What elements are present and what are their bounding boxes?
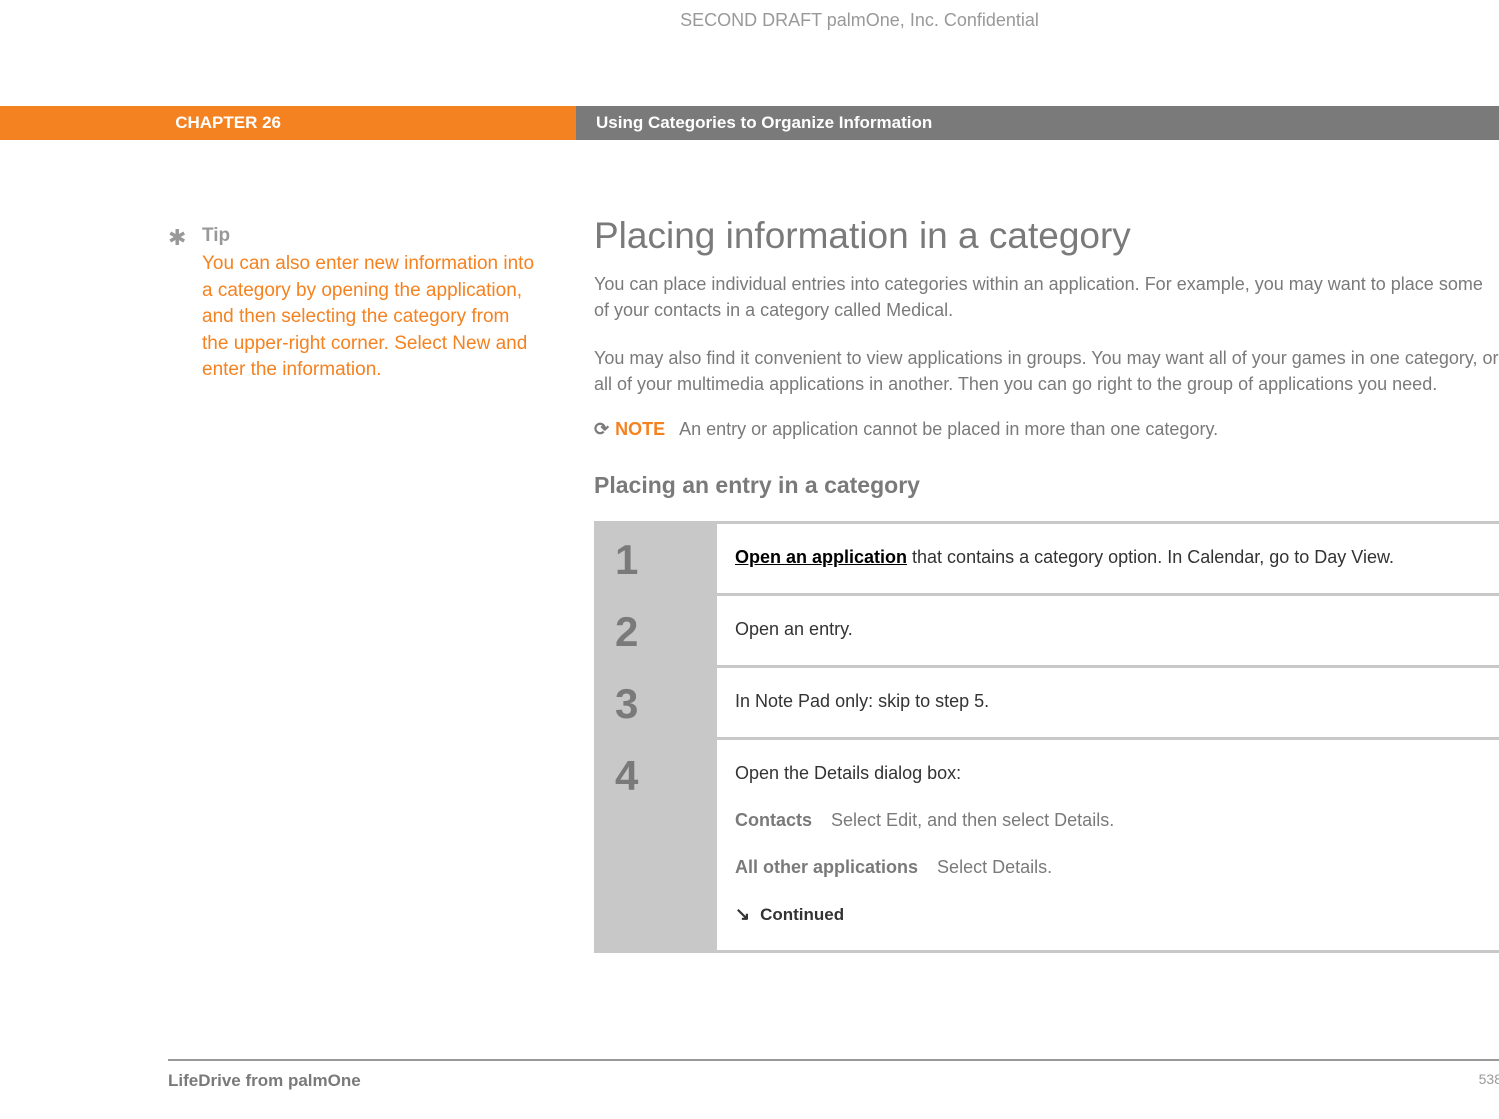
tip-heading: Tip — [202, 225, 538, 247]
step-number: 1 — [597, 524, 717, 593]
main-content: Placing information in a category You ca… — [594, 215, 1499, 953]
steps-container: 1 Open an application that contains a ca… — [594, 521, 1499, 953]
step-content: Open an entry. — [717, 596, 1499, 665]
product-name: LifeDrive from palmOne — [168, 1071, 361, 1091]
detail-row: All other applications Select Details. — [735, 854, 1477, 881]
section-heading: Placing information in a category — [594, 215, 1499, 257]
step-row: 2 Open an entry. — [597, 596, 1499, 665]
step-content: In Note Pad only: skip to step 5. — [717, 668, 1499, 737]
step-content: Open an application that contains a cate… — [717, 524, 1499, 593]
note-row: ⟳ NOTE An entry or application cannot be… — [594, 419, 1499, 440]
arrow-down-right-icon: ↘ — [735, 901, 750, 928]
sidebar-tip: ✱ Tip You can also enter new information… — [168, 225, 538, 384]
intro-paragraph-2: You may also find it convenient to view … — [594, 345, 1499, 397]
detail-label: All other applications — [735, 857, 918, 877]
step-text: In Note Pad only: skip to step 5. — [735, 691, 989, 711]
detail-label: Contacts — [735, 810, 812, 830]
step-row: 1 Open an application that contains a ca… — [597, 524, 1499, 593]
subsection-heading: Placing an entry in a category — [594, 472, 1499, 499]
step-row: 3 In Note Pad only: skip to step 5. — [597, 668, 1499, 737]
step-row: 4 Open the Details dialog box: Contacts … — [597, 740, 1499, 950]
chapter-number: CHAPTER 26 — [0, 106, 576, 140]
note-icon: ⟳ — [594, 419, 609, 440]
page-footer: LifeDrive from palmOne 538 — [168, 1059, 1499, 1091]
note-text: An entry or application cannot be placed… — [679, 419, 1218, 440]
step-text: Open an entry. — [735, 619, 853, 639]
detail-row: Contacts Select Edit, and then select De… — [735, 807, 1477, 834]
continued-row: ↘ Continued — [735, 901, 1477, 928]
detail-text: Select Edit, and then select Details. — [831, 810, 1114, 830]
step-content: Open the Details dialog box: Contacts Se… — [717, 740, 1499, 950]
detail-text: Select Details. — [937, 857, 1052, 877]
chapter-bar: CHAPTER 26 Using Categories to Organize … — [0, 106, 1499, 140]
open-application-link[interactable]: Open an application — [735, 547, 907, 567]
note-label: NOTE — [615, 419, 665, 440]
chapter-title: Using Categories to Organize Information — [576, 106, 1499, 140]
tip-text: You can also enter new information into … — [202, 251, 538, 384]
step-text: that contains a category option. In Cale… — [907, 547, 1394, 567]
step-number: 4 — [597, 740, 717, 950]
step-lead-text: Open the Details dialog box: — [735, 760, 1477, 787]
step-number: 3 — [597, 668, 717, 737]
continued-label: Continued — [760, 902, 844, 928]
page-number: 538 — [1479, 1071, 1499, 1091]
step-number: 2 — [597, 596, 717, 665]
intro-paragraph-1: You can place individual entries into ca… — [594, 271, 1499, 323]
confidential-watermark: SECOND DRAFT palmOne, Inc. Confidential — [0, 10, 1499, 31]
asterisk-icon: ✱ — [168, 225, 186, 251]
